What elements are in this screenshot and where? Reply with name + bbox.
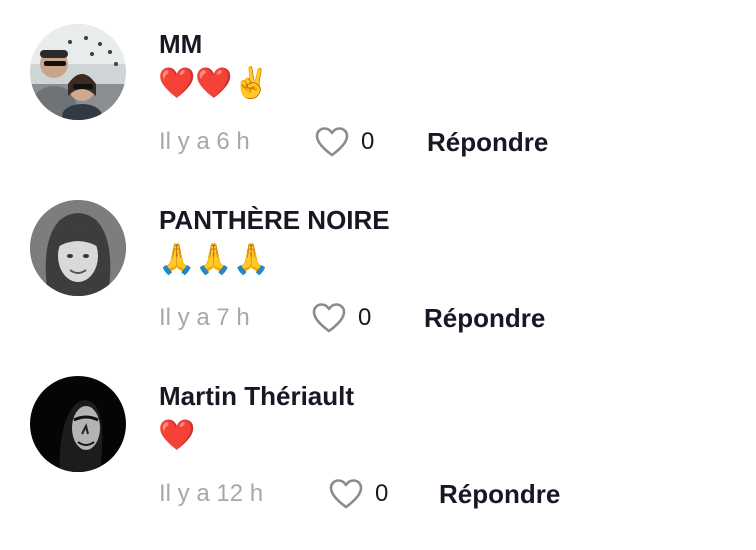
like-count: 0 xyxy=(375,480,389,507)
comment-item: PANTHÈRE NOIRE 🙏🙏🙏 Il y a 7 h 0 Répondre xyxy=(0,176,756,352)
avatar[interactable] xyxy=(30,376,126,472)
avatar[interactable] xyxy=(30,200,126,296)
comment-actions: Il y a 12 h 0 Répondre xyxy=(159,476,719,512)
comment-timestamp: Il y a 7 h xyxy=(159,304,250,331)
like-count: 0 xyxy=(358,304,372,331)
comment-timestamp: Il y a 6 h xyxy=(159,128,250,155)
reply-button[interactable]: Répondre xyxy=(424,300,545,336)
heart-outline-icon[interactable] xyxy=(312,302,346,334)
comment-actions: Il y a 6 h 0 Répondre xyxy=(159,124,719,160)
comment-item: Martin Thériault ❤️ Il y a 12 h 0 Répond… xyxy=(0,352,756,528)
comment-username[interactable]: PANTHÈRE NOIRE xyxy=(159,204,390,236)
comment-text: 🙏🙏🙏 xyxy=(158,242,271,277)
comment-text: ❤️❤️✌️ xyxy=(158,66,271,101)
like-button[interactable]: 0 xyxy=(312,300,371,336)
comment-item: MM ❤️❤️✌️ Il y a 6 h 0 Répondre xyxy=(0,0,756,176)
like-button[interactable]: 0 xyxy=(315,124,374,160)
comment-username[interactable]: Martin Thériault xyxy=(159,380,354,412)
heart-outline-icon[interactable] xyxy=(329,478,363,510)
like-button[interactable]: 0 xyxy=(329,476,388,512)
heart-outline-icon[interactable] xyxy=(315,126,349,158)
like-count: 0 xyxy=(361,128,375,155)
avatar[interactable] xyxy=(30,24,126,120)
comment-timestamp: Il y a 12 h xyxy=(159,480,264,507)
comment-actions: Il y a 7 h 0 Répondre xyxy=(159,300,719,336)
comment-text: ❤️ xyxy=(158,418,196,453)
comment-username[interactable]: MM xyxy=(159,28,202,60)
reply-button[interactable]: Répondre xyxy=(427,124,548,160)
reply-button[interactable]: Répondre xyxy=(439,476,560,512)
